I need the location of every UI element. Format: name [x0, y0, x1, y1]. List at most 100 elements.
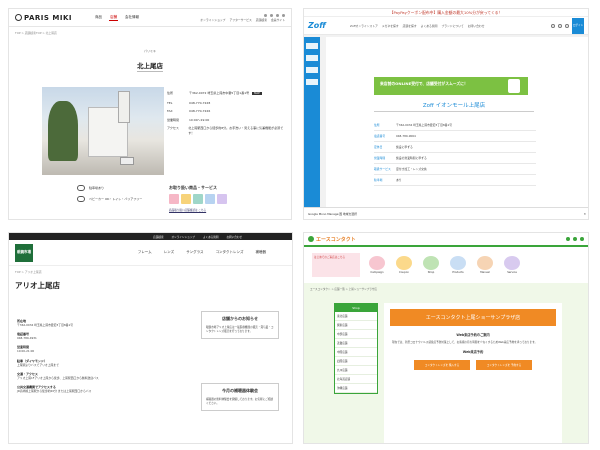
phone-value[interactable]: 048-770-7228: [189, 101, 210, 106]
menu-manual[interactable]: Manual: [474, 256, 496, 274]
nav-item[interactable]: メガネを探す: [382, 24, 399, 28]
row-value[interactable]: 048-780-9064: [396, 134, 416, 138]
detail-value[interactable]: 048-780-4931: [17, 336, 157, 340]
row-value: 施設の営業時間に準ずる: [396, 156, 427, 160]
promo-topbar[interactable]: 【PayPayクーポン配布中】購入金額の最大10%分が戻ってくる！: [304, 9, 588, 17]
sidebar-item[interactable]: 近畿店舗: [335, 339, 377, 348]
info-key: 住所: [167, 91, 174, 95]
nav-item[interactable]: コンタクトレンズ: [216, 250, 244, 255]
category-menu: Campaign Coupon Shop Products Manual Ser…: [366, 256, 523, 274]
nav-stores[interactable]: 店舗: [108, 15, 118, 21]
map-button[interactable]: MAP: [252, 92, 262, 95]
menu-shop[interactable]: Shop: [420, 256, 442, 274]
online-reception-banner[interactable]: 来店前のONLINE受付で、店舗受付がスムーズに！: [374, 77, 528, 95]
buy-contacts-button[interactable]: コンタクトレンズを 購入する: [414, 360, 470, 370]
side-tab[interactable]: [306, 79, 318, 85]
info-key: FAX: [167, 109, 173, 113]
sidebar-item[interactable]: 沖縄店舗: [335, 384, 377, 393]
main-nav: フレーム レンズ サングラス コンタクトレンズ 補聴器: [138, 250, 266, 255]
menu-icon[interactable]: [573, 237, 577, 241]
cart-icon[interactable]: [565, 23, 569, 28]
nav-item[interactable]: レンズ: [164, 250, 174, 255]
info-row: TEL 048-770-7228: [167, 101, 285, 106]
util-link[interactable]: 会員サイト: [271, 18, 285, 22]
menu-label: Service: [507, 271, 517, 274]
search-icon[interactable]: [551, 23, 555, 28]
shop-sidebar: Shop 東北店舗 関東店舗 中部店舗 近畿店舗 中国店舗 四国店舗 九州店舗 …: [334, 303, 378, 394]
sidebar-item[interactable]: 関東店舗: [335, 321, 377, 330]
nav-item[interactable]: Zoffオンラインストア: [350, 24, 378, 28]
services-note-link[interactable]: 商品取り扱い店舗確認は こちら: [169, 208, 227, 212]
util-link[interactable]: よくある質問: [203, 235, 219, 239]
site-header: エースコンタクト: [304, 233, 588, 247]
service-icon: [217, 194, 227, 204]
table-row: 取扱サービス 度付き加工・レンズ交換: [374, 164, 536, 175]
row-key: 電話番号: [374, 134, 386, 138]
favorite-icon[interactable]: [558, 23, 562, 28]
paris-miki-store-page: PARIS MIKI 商品 店舗 会社情報 オンラインショップ アフターサービス…: [8, 8, 292, 220]
store-notice-card: 店舗からのお知らせ 眼鏡市場アリオ上尾店は一般医療機器の販売・貸与業・コンタクト…: [201, 311, 279, 339]
close-icon[interactable]: ✕: [584, 212, 586, 216]
meganeichiba-store-page: 店舗検索 オンラインショップ よくある質問 お問い合わせ 眼鏡市場 フレーム レ…: [8, 232, 293, 444]
menu-products[interactable]: Products: [447, 256, 469, 274]
logo[interactable]: Zoff: [308, 21, 326, 30]
breadcrumb[interactable]: TOP > アリオ上尾店: [9, 266, 292, 278]
sidebar-item[interactable]: 四国店舗: [335, 357, 377, 366]
login-button[interactable]: ログイン: [572, 17, 584, 34]
menu-label: Products: [452, 271, 464, 274]
side-tab[interactable]: [306, 55, 318, 61]
nav-item[interactable]: ブランドについて: [441, 24, 463, 28]
breadcrumb[interactable]: TOP > 店舗検索TOP > 北上尾店: [9, 27, 291, 39]
social-icons: [264, 13, 285, 17]
nav-item[interactable]: 補聴器: [256, 250, 267, 255]
util-link[interactable]: 店舗検索: [256, 18, 267, 22]
side-tab[interactable]: [306, 43, 318, 49]
sidebar-item[interactable]: 東北店舗: [335, 312, 377, 321]
first-visit-banner[interactable]: はじめてのご来店はこちら: [312, 253, 360, 277]
sidebar-item[interactable]: 中部店舗: [335, 330, 377, 339]
logo-text: エースコンタクト: [316, 236, 356, 243]
social-icon[interactable]: [270, 13, 273, 17]
menu-service[interactable]: Service: [501, 256, 523, 274]
social-icon[interactable]: [264, 13, 267, 17]
util-link[interactable]: お問い合わせ: [226, 235, 242, 239]
translate-bar-label[interactable]: Google Mono Manage:国 地域を選択: [308, 212, 357, 216]
hero-menu: はじめてのご来店はこちら Campaign Coupon Shop Produc…: [304, 247, 588, 283]
util-link[interactable]: オンラインショップ: [172, 235, 195, 239]
info-row: 営業時間 10:00～19:00: [167, 118, 285, 123]
breadcrumb[interactable]: エースコンタクト > 店舗一覧 > 上尾ショーサンプラザ店: [304, 283, 588, 295]
sidebar-item[interactable]: 中国店舗: [335, 348, 377, 357]
nav-item[interactable]: 店舗を探す: [403, 24, 417, 28]
info-value: 〒362-0072 埼玉県上尾市中妻5丁目1番1号 MAP: [189, 91, 262, 97]
menu-icon[interactable]: [566, 237, 570, 241]
detail-value: JR高崎線上尾駅から徒歩約20分 または上尾駅西口からバス: [17, 389, 92, 394]
sidebar-item[interactable]: 九州店舗: [335, 366, 377, 375]
util-link[interactable]: 店舗検索: [153, 235, 163, 239]
nav-company[interactable]: 会社情報: [124, 15, 140, 21]
reserve-contacts-button[interactable]: コンタクトレンズを 予約する: [476, 360, 532, 370]
logo[interactable]: 眼鏡市場: [15, 243, 33, 262]
menu-icon[interactable]: [580, 237, 584, 241]
card-title: 今月の補聴器体験会: [222, 388, 258, 393]
service-icon: [169, 194, 179, 204]
main-nav: 商品 店舗 会社情報: [94, 15, 140, 21]
translate-bar: Google Mono Manage:国 地域を選択 ✕: [304, 207, 588, 219]
site-header: PARIS MIKI 商品 店舗 会社情報 オンラインショップ アフターサービス…: [9, 9, 291, 27]
menu-coupon[interactable]: Coupon: [393, 256, 415, 274]
nav-item[interactable]: サングラス: [186, 250, 203, 255]
nav-item[interactable]: フレーム: [138, 250, 152, 255]
social-icon[interactable]: [282, 13, 285, 17]
side-tab[interactable]: [306, 67, 318, 73]
sidebar-item[interactable]: 北海道店舗: [335, 375, 377, 384]
util-link[interactable]: アフターサービス: [229, 18, 251, 22]
social-icon[interactable]: [276, 13, 279, 17]
nav-item[interactable]: お問い合わせ: [468, 24, 485, 28]
logo[interactable]: PARIS MIKI: [15, 14, 72, 22]
menu-campaign[interactable]: Campaign: [366, 256, 388, 274]
detail-block: 交通・アクセス アリオ上尾1Fアリオ上尾から徒歩、上尾駅西口から無料送迎バス: [17, 372, 157, 380]
util-link[interactable]: オンラインショップ: [200, 18, 225, 22]
logo[interactable]: エースコンタクト: [308, 236, 356, 243]
nav-item[interactable]: よくある質問: [421, 24, 438, 28]
service-icon: [504, 256, 520, 270]
nav-products[interactable]: 商品: [94, 15, 103, 21]
